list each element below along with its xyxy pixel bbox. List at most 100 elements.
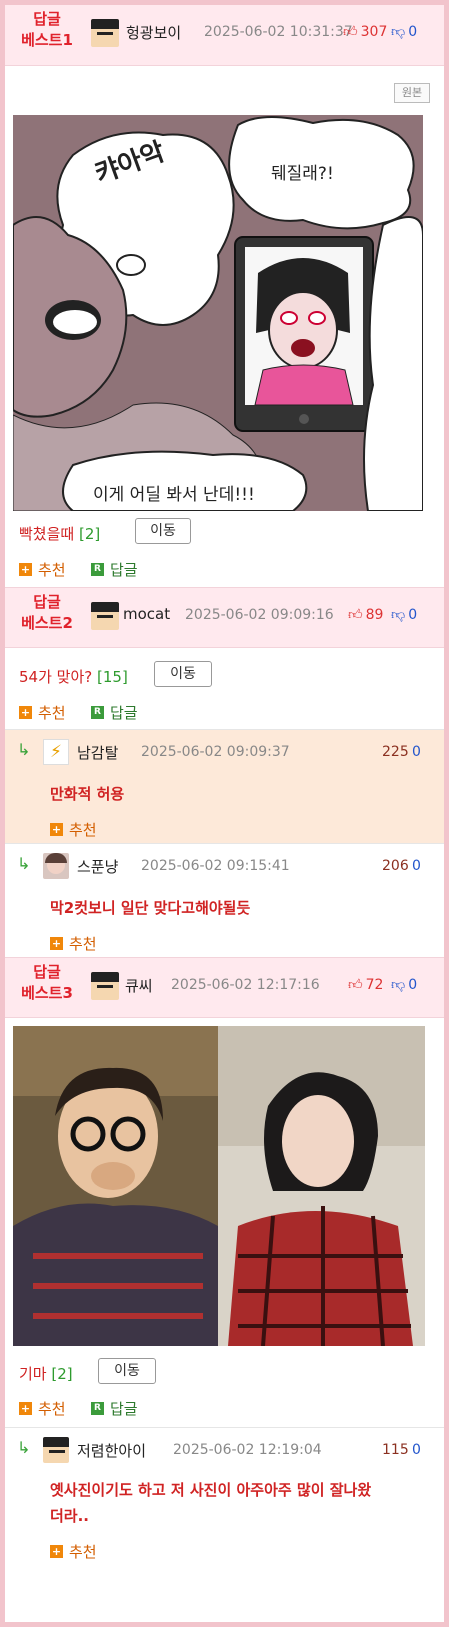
comment-text-line1: 옛사진이기도 하고 저 사진이 아주아주 많이 잘나왔 (50, 1481, 372, 1499)
avatar[interactable] (91, 972, 119, 1000)
best-label-line2: 베스트3 (21, 984, 73, 1002)
reply-button[interactable]: R 답글 (91, 1398, 138, 1419)
recommend-label: 추천 (69, 935, 97, 953)
best1-label: 답글 베스트1 (15, 9, 79, 51)
thumbs-up-icon: 👍︎ (343, 24, 358, 40)
reply-label: 답글 (110, 561, 138, 579)
original-image-button[interactable]: 원본 (394, 83, 430, 103)
comment-like-count[interactable]: 206 (382, 858, 409, 874)
like-counter[interactable]: 👍︎ 307 (343, 24, 387, 40)
thumbs-down-icon: 👎︎ (391, 24, 406, 40)
reply-title-text: 54가 맞아? (19, 668, 93, 686)
comic-drawing: 캬아악 뒈질래?! 이게 어딜 봐서 난데!!! (13, 115, 423, 511)
reply-count: [15] (97, 668, 128, 686)
comment-text: 옛사진이기도 하고 저 사진이 아주아주 많이 잘나왔 더라.. (50, 1477, 435, 1529)
comment-text: 만화적 허용 (50, 785, 125, 803)
comment-dislike-count[interactable]: 0 (412, 744, 421, 760)
recommend-label: 추천 (69, 1543, 97, 1561)
recommend-label: 추천 (38, 561, 66, 579)
comment-date: 2025-06-02 09:15:41 (141, 858, 290, 874)
best1-header: 답글 베스트1 헝광보이 2025-06-02 10:31:37 👍︎ 307 … (5, 5, 444, 66)
dislike-counter[interactable]: 👎︎ 0 (391, 24, 417, 40)
plus-icon: + (19, 1402, 32, 1415)
reply-title[interactable]: 54가 맞아? [15] (19, 666, 128, 687)
move-button[interactable]: 이동 (98, 1358, 156, 1384)
best-label-line1: 답글 (33, 10, 61, 28)
plus-icon: + (50, 937, 63, 950)
like-counter[interactable]: 👍︎ 72 (348, 977, 383, 993)
dislike-counter[interactable]: 👎︎ 0 (391, 607, 417, 623)
comment-dislike-count[interactable]: 0 (412, 1442, 421, 1458)
reply-title[interactable]: 기마 [2] (19, 1363, 73, 1384)
recommend-button[interactable]: + 추천 (50, 819, 97, 840)
reply-title-text: 빡쳤을때 (19, 525, 75, 543)
author-nick[interactable]: 큐씨 (125, 975, 153, 996)
like-count: 72 (365, 977, 384, 993)
recommend-button[interactable]: + 추천 (19, 1398, 66, 1419)
recommend-button[interactable]: + 추천 (19, 559, 66, 580)
best-label-line2: 베스트1 (21, 31, 73, 49)
lightning-avatar-icon[interactable]: ⚡ (43, 739, 69, 765)
comment-item: ↳ ⚡ 남감탈 2025-06-02 09:09:37 225 0 만화적 허용… (5, 729, 444, 843)
best-label-line1: 답글 (33, 963, 61, 981)
move-button[interactable]: 이동 (154, 661, 212, 687)
comment-item: ↳ 스푼냥 2025-06-02 09:15:41 206 0 막2컷보니 일단… (5, 843, 444, 957)
best-replies-panel: 답글 베스트1 헝광보이 2025-06-02 10:31:37 👍︎ 307 … (0, 0, 449, 1627)
avatar[interactable] (43, 853, 69, 879)
comment-dislike-count[interactable]: 0 (412, 858, 421, 874)
recommend-button[interactable]: + 추천 (19, 702, 66, 723)
comic-image[interactable]: 캬아악 뒈질래?! 이게 어딜 봐서 난데!!! (13, 115, 423, 511)
comment-nick[interactable]: 스푼냥 (77, 856, 118, 877)
post-date: 2025-06-02 09:09:16 (185, 607, 334, 623)
avatar[interactable] (91, 19, 119, 47)
best-label-line2: 베스트2 (21, 614, 73, 632)
recommend-label: 추천 (38, 1400, 66, 1418)
comment-nick[interactable]: 저렴한아이 (77, 1440, 146, 1461)
photo-drawing (13, 1026, 425, 1346)
reply-arrow-icon: ↳ (17, 740, 31, 759)
author-nick[interactable]: mocat (123, 605, 170, 623)
avatar[interactable] (43, 1437, 69, 1463)
dislike-count: 0 (408, 977, 418, 993)
post-date: 2025-06-02 10:31:37 (204, 24, 353, 40)
comment-like-count[interactable]: 225 (382, 744, 409, 760)
plus-icon: + (19, 706, 32, 719)
reply-button[interactable]: R 답글 (91, 702, 138, 723)
comment-item: ↳ 저렴한아이 2025-06-02 12:19:04 115 0 옛사진이기도… (5, 1427, 444, 1622)
plus-icon: + (50, 1545, 63, 1558)
comment-like-count[interactable]: 115 (382, 1442, 409, 1458)
like-count: 307 (360, 24, 388, 40)
author-nick[interactable]: 헝광보이 (126, 22, 181, 43)
reply-r-icon: R (91, 1402, 104, 1415)
comment-date: 2025-06-02 09:09:37 (141, 744, 290, 760)
reply-button[interactable]: R 답글 (91, 559, 138, 580)
like-count: 89 (365, 607, 384, 623)
like-counter[interactable]: 👍︎ 89 (348, 607, 383, 623)
recommend-label: 추천 (69, 821, 97, 839)
comment-text: 막2컷보니 일단 맞다고해야될듯 (50, 899, 251, 917)
reply-label: 답글 (110, 704, 138, 722)
photo-image[interactable] (13, 1026, 425, 1346)
avatar[interactable] (91, 602, 119, 630)
dislike-counter[interactable]: 👎︎ 0 (391, 977, 417, 993)
reply-title-text: 기마 (19, 1365, 47, 1383)
best2-header: 답글 베스트2 mocat 2025-06-02 09:09:16 👍︎ 89 … (5, 587, 444, 648)
reply-title[interactable]: 빡쳤을때 [2] (19, 523, 100, 544)
best3-label: 답글 베스트3 (15, 962, 79, 1004)
reply-arrow-icon: ↳ (17, 1438, 31, 1457)
thumbs-up-icon: 👍︎ (348, 607, 363, 623)
plus-icon: + (50, 823, 63, 836)
move-button[interactable]: 이동 (135, 518, 191, 544)
reply-r-icon: R (91, 706, 104, 719)
recommend-label: 추천 (38, 704, 66, 722)
dislike-count: 0 (408, 607, 418, 623)
comment-text-line2: 더라.. (50, 1507, 89, 1525)
recommend-button[interactable]: + 추천 (50, 1541, 97, 1562)
thumbs-down-icon: 👎︎ (391, 607, 406, 623)
post-date: 2025-06-02 12:17:16 (171, 977, 320, 993)
thumbs-up-icon: 👍︎ (348, 977, 363, 993)
recommend-button[interactable]: + 추천 (50, 933, 97, 954)
reply-count: [2] (78, 525, 101, 543)
best3-header: 답글 베스트3 큐씨 2025-06-02 12:17:16 👍︎ 72 👎︎ … (5, 957, 444, 1018)
comment-nick[interactable]: 남감탈 (77, 742, 118, 763)
